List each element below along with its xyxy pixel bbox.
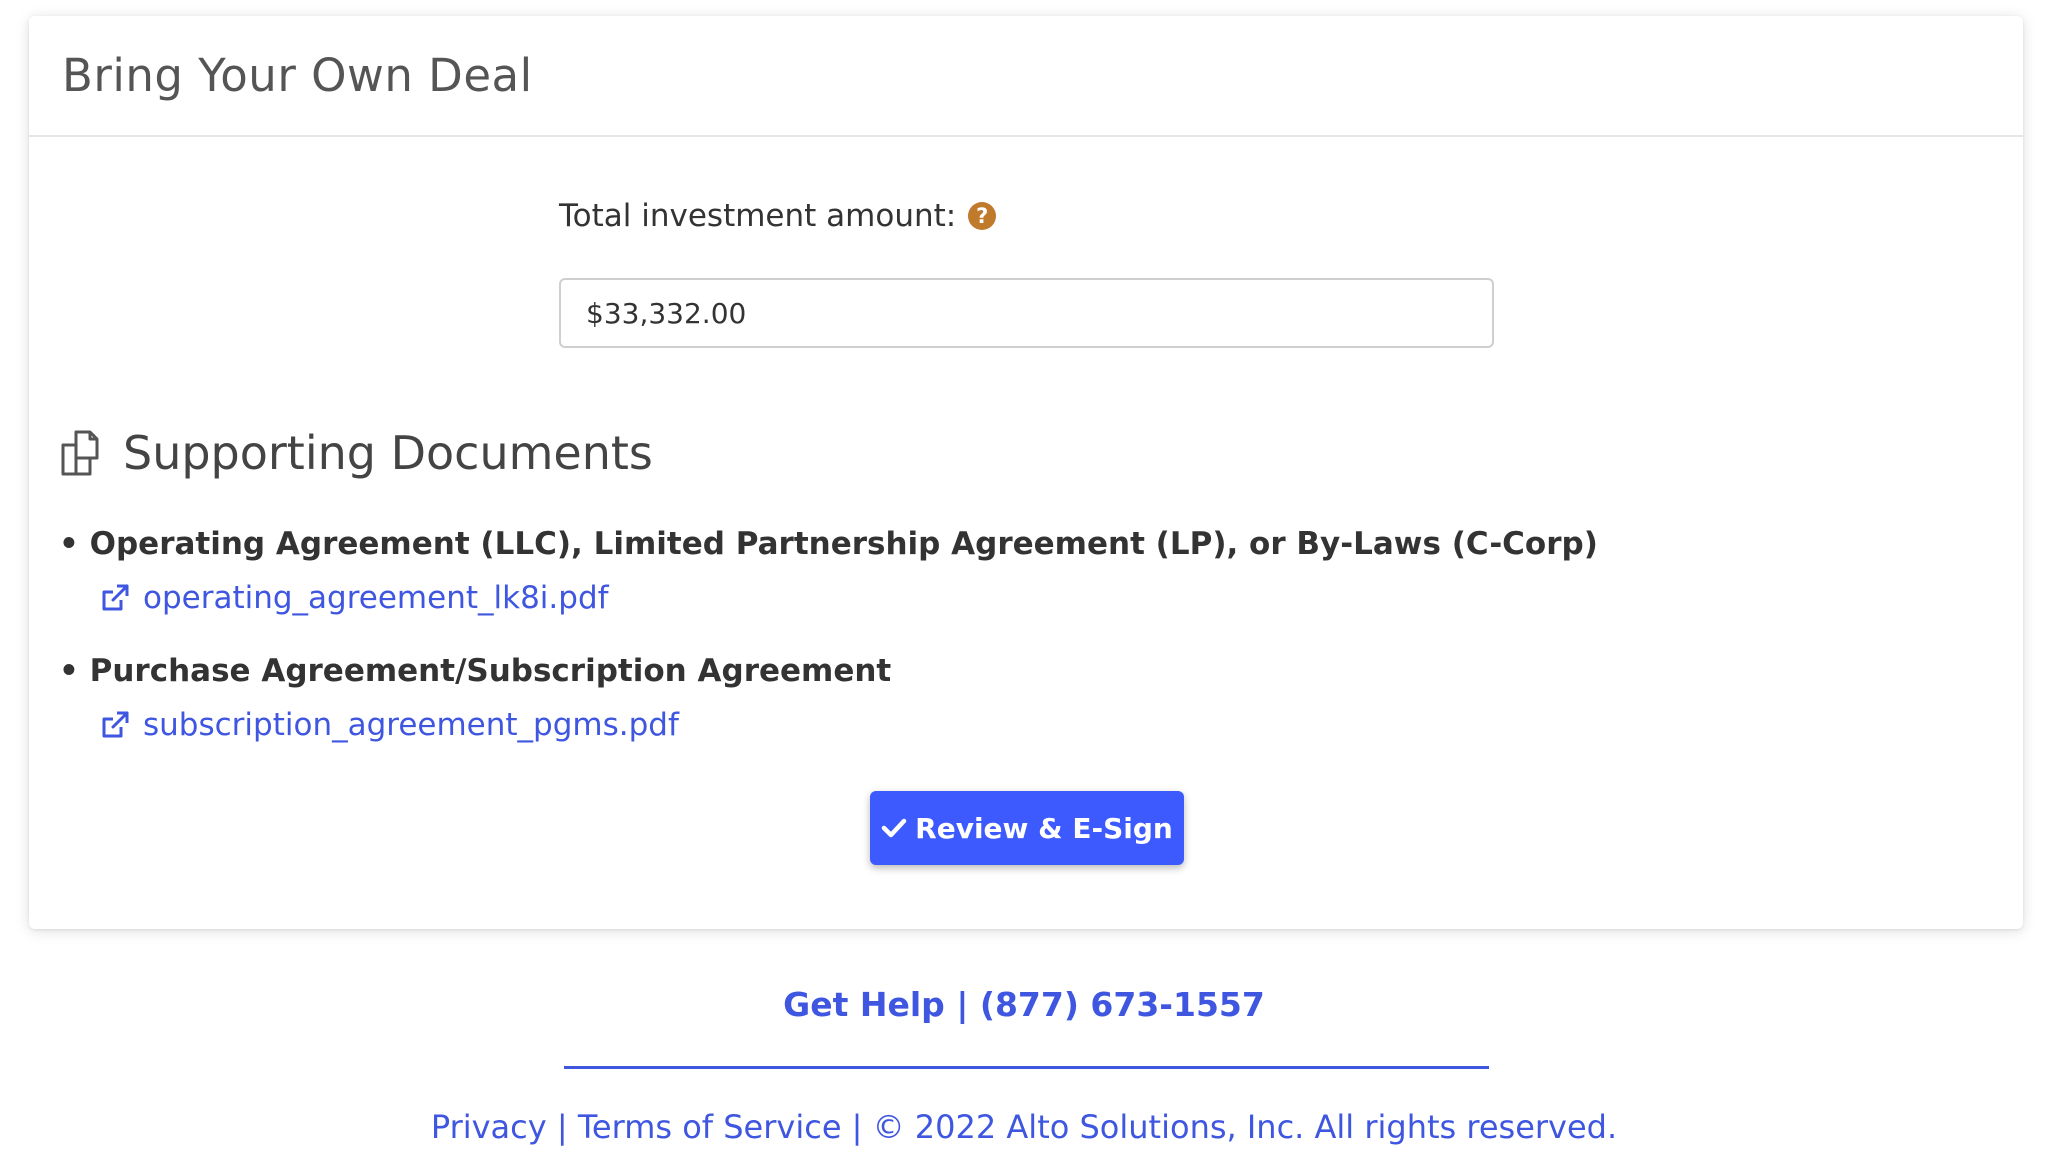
footer-divider (564, 1066, 1489, 1069)
question-circle-icon[interactable]: ? (968, 202, 997, 230)
bullet: • (59, 526, 79, 562)
bullet: • (59, 653, 79, 689)
card-header: Bring Your Own Deal (29, 16, 2023, 137)
checkmark-icon (881, 818, 907, 838)
subscription-agreement-link[interactable]: subscription_agreement_pgms.pdf (99, 707, 891, 743)
document-item-subscription-agreement: • Purchase Agreement/Subscription Agreem… (59, 653, 891, 743)
help-separator: | (956, 985, 969, 1024)
review-esign-button[interactable]: Review & E-Sign (870, 791, 1184, 865)
footer-separator: | (851, 1108, 863, 1146)
document-item-operating-agreement: • Operating Agreement (LLC), Limited Par… (59, 526, 1598, 616)
external-link-icon (102, 711, 129, 738)
document-title: • Operating Agreement (LLC), Limited Par… (59, 526, 1598, 562)
copyright-text: © 2022 Alto Solutions, Inc. All rights r… (872, 1108, 1618, 1146)
investment-amount-label: Total investment amount: ? (559, 198, 997, 234)
review-esign-label: Review & E-Sign (915, 811, 1173, 845)
page-title: Bring Your Own Deal (62, 49, 533, 102)
help-line: Get Help | (877) 673-1557 (0, 985, 2048, 1024)
investment-amount-label-text: Total investment amount: (559, 198, 957, 234)
help-phone-link[interactable]: (877) 673-1557 (980, 985, 1265, 1024)
terms-of-service-link[interactable]: Terms of Service (578, 1108, 842, 1146)
footer-separator: | (556, 1108, 568, 1146)
get-help-link[interactable]: Get Help (783, 985, 945, 1024)
deal-card: Bring Your Own Deal Total investment amo… (29, 16, 2023, 929)
document-title-text: Operating Agreement (LLC), Limited Partn… (89, 526, 1598, 562)
privacy-link[interactable]: Privacy (431, 1108, 547, 1146)
operating-agreement-link[interactable]: operating_agreement_lk8i.pdf (99, 580, 1598, 616)
supporting-documents-heading: Supporting Documents (59, 426, 653, 480)
document-title: • Purchase Agreement/Subscription Agreem… (59, 653, 891, 689)
supporting-documents-title: Supporting Documents (123, 426, 653, 480)
subscription-agreement-filename[interactable]: subscription_agreement_pgms.pdf (143, 707, 679, 743)
external-link-icon (102, 584, 129, 611)
document-title-text: Purchase Agreement/Subscription Agreemen… (89, 653, 892, 689)
copy-documents-icon (61, 430, 99, 476)
footer-links: Privacy | Terms of Service | © 2022 Alto… (0, 1108, 2048, 1146)
investment-amount-input[interactable] (559, 278, 1494, 348)
operating-agreement-filename[interactable]: operating_agreement_lk8i.pdf (143, 580, 609, 616)
